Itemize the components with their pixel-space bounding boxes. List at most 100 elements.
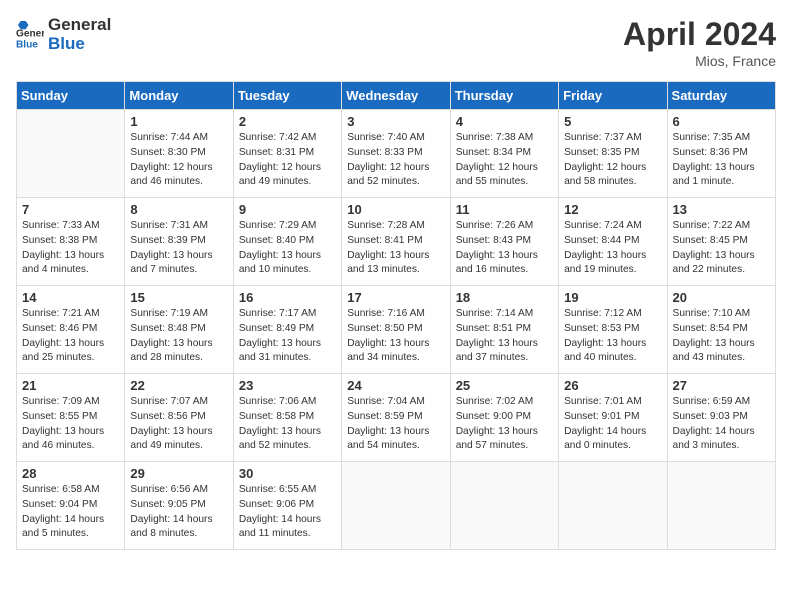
day-number: 1	[130, 114, 227, 129]
calendar-cell: 19Sunrise: 7:12 AMSunset: 8:53 PMDayligh…	[559, 286, 667, 374]
column-header-monday: Monday	[125, 82, 233, 110]
week-row-3: 14 Sunrise: 7:21 AMSunset: 8:46 PMDayligh…	[17, 286, 776, 374]
logo-blue-text: Blue	[48, 35, 111, 54]
calendar-cell: 9Sunrise: 7:29 AMSunset: 8:40 PMDaylight…	[233, 198, 341, 286]
day-info: Sunrise: 7:22 AMSunset: 8:45 PMDaylight:…	[673, 219, 770, 278]
day-info: Sunrise: 7:31 AMSunset: 8:39 PMDaylight:…	[130, 219, 227, 278]
day-info: Sunrise: 7:16 AMSunset: 8:50 PMDaylight:…	[347, 307, 444, 366]
day-number: 20	[673, 290, 770, 305]
day-info: Sunrise: 7:37 AMSunset: 8:35 PMDaylight:…	[564, 131, 661, 190]
day-number: 14	[22, 290, 119, 305]
generalblue-logo-icon: General Blue	[16, 21, 44, 49]
day-info: Sunrise: 7:01 AMSunset: 9:01 PMDaylight:…	[564, 395, 661, 454]
day-number: 19	[564, 290, 661, 305]
calendar-cell: 10Sunrise: 7:28 AMSunset: 8:41 PMDayligh…	[342, 198, 450, 286]
calendar-cell: 25 Sunrise: 7:02 AMSunset: 9:00 PMDayligh…	[450, 374, 558, 462]
calendar-cell: 21 Sunrise: 7:09 AMSunset: 8:55 PMDayligh…	[17, 374, 125, 462]
header-row: SundayMondayTuesdayWednesdayThursdayFrid…	[17, 82, 776, 110]
day-number: 18	[456, 290, 553, 305]
calendar-cell: 3Sunrise: 7:40 AMSunset: 8:33 PMDaylight…	[342, 110, 450, 198]
day-number: 5	[564, 114, 661, 129]
day-number: 3	[347, 114, 444, 129]
day-info: Sunrise: 7:10 AMSunset: 8:54 PMDaylight:…	[673, 307, 770, 366]
title-block: April 2024 Mios, France	[623, 16, 776, 69]
day-number: 12	[564, 202, 661, 217]
day-number: 25	[456, 378, 553, 393]
svg-text:General: General	[16, 28, 44, 39]
day-number: 13	[673, 202, 770, 217]
day-info: Sunrise: 7:21 AMSunset: 8:46 PMDaylight:…	[22, 307, 119, 366]
calendar-cell: 18 Sunrise: 7:14 AMSunset: 8:51 PMDayligh…	[450, 286, 558, 374]
calendar-cell	[559, 462, 667, 550]
calendar-cell: 8 Sunrise: 7:31 AMSunset: 8:39 PMDaylight…	[125, 198, 233, 286]
day-info: Sunrise: 7:35 AMSunset: 8:36 PMDaylight:…	[673, 131, 770, 190]
column-header-sunday: Sunday	[17, 82, 125, 110]
column-header-thursday: Thursday	[450, 82, 558, 110]
calendar-cell: 5 Sunrise: 7:37 AMSunset: 8:35 PMDaylight…	[559, 110, 667, 198]
calendar-cell: 22Sunrise: 7:07 AMSunset: 8:56 PMDayligh…	[125, 374, 233, 462]
day-number: 15	[130, 290, 227, 305]
calendar-cell	[667, 462, 775, 550]
month-year-title: April 2024	[623, 16, 776, 53]
column-header-saturday: Saturday	[667, 82, 775, 110]
calendar-table: SundayMondayTuesdayWednesdayThursdayFrid…	[16, 81, 776, 550]
day-number: 7	[22, 202, 119, 217]
calendar-cell: 29Sunrise: 6:56 AMSunset: 9:05 PMDayligh…	[125, 462, 233, 550]
day-number: 29	[130, 466, 227, 481]
day-info: Sunrise: 7:19 AMSunset: 8:48 PMDaylight:…	[130, 307, 227, 366]
week-row-5: 28 Sunrise: 6:58 AMSunset: 9:04 PMDayligh…	[17, 462, 776, 550]
calendar-cell: 6 Sunrise: 7:35 AMSunset: 8:36 PMDaylight…	[667, 110, 775, 198]
day-number: 26	[564, 378, 661, 393]
day-info: Sunrise: 7:04 AMSunset: 8:59 PMDaylight:…	[347, 395, 444, 454]
column-header-wednesday: Wednesday	[342, 82, 450, 110]
day-number: 28	[22, 466, 119, 481]
calendar-cell	[342, 462, 450, 550]
calendar-cell: 20 Sunrise: 7:10 AMSunset: 8:54 PMDayligh…	[667, 286, 775, 374]
calendar-cell: 23 Sunrise: 7:06 AMSunset: 8:58 PMDayligh…	[233, 374, 341, 462]
day-number: 10	[347, 202, 444, 217]
day-info: Sunrise: 7:09 AMSunset: 8:55 PMDaylight:…	[22, 395, 119, 454]
logo-general-text: General	[48, 16, 111, 35]
day-number: 9	[239, 202, 336, 217]
calendar-cell: 7Sunrise: 7:33 AMSunset: 8:38 PMDaylight…	[17, 198, 125, 286]
calendar-cell: 30 Sunrise: 6:55 AMSunset: 9:06 PMDayligh…	[233, 462, 341, 550]
calendar-cell: 13 Sunrise: 7:22 AMSunset: 8:45 PMDayligh…	[667, 198, 775, 286]
calendar-cell: 1 Sunrise: 7:44 AMSunset: 8:30 PMDaylight…	[125, 110, 233, 198]
logo: General Blue General Blue	[16, 16, 111, 53]
calendar-cell: 26 Sunrise: 7:01 AMSunset: 9:01 PMDayligh…	[559, 374, 667, 462]
day-number: 17	[347, 290, 444, 305]
calendar-cell: 28 Sunrise: 6:58 AMSunset: 9:04 PMDayligh…	[17, 462, 125, 550]
day-number: 24	[347, 378, 444, 393]
day-number: 30	[239, 466, 336, 481]
day-info: Sunrise: 7:38 AMSunset: 8:34 PMDaylight:…	[456, 131, 553, 190]
week-row-4: 21 Sunrise: 7:09 AMSunset: 8:55 PMDayligh…	[17, 374, 776, 462]
day-info: Sunrise: 6:55 AMSunset: 9:06 PMDaylight:…	[239, 483, 336, 542]
day-info: Sunrise: 7:06 AMSunset: 8:58 PMDaylight:…	[239, 395, 336, 454]
day-number: 21	[22, 378, 119, 393]
calendar-cell: 17 Sunrise: 7:16 AMSunset: 8:50 PMDayligh…	[342, 286, 450, 374]
day-info: Sunrise: 7:26 AMSunset: 8:43 PMDaylight:…	[456, 219, 553, 278]
column-header-friday: Friday	[559, 82, 667, 110]
day-number: 8	[130, 202, 227, 217]
day-info: Sunrise: 7:02 AMSunset: 9:00 PMDaylight:…	[456, 395, 553, 454]
day-number: 6	[673, 114, 770, 129]
calendar-cell: 24 Sunrise: 7:04 AMSunset: 8:59 PMDayligh…	[342, 374, 450, 462]
day-number: 16	[239, 290, 336, 305]
column-header-tuesday: Tuesday	[233, 82, 341, 110]
day-info: Sunrise: 7:44 AMSunset: 8:30 PMDaylight:…	[130, 131, 227, 190]
calendar-cell: 4Sunrise: 7:38 AMSunset: 8:34 PMDaylight…	[450, 110, 558, 198]
calendar-cell: 11Sunrise: 7:26 AMSunset: 8:43 PMDayligh…	[450, 198, 558, 286]
day-number: 27	[673, 378, 770, 393]
week-row-2: 7Sunrise: 7:33 AMSunset: 8:38 PMDaylight…	[17, 198, 776, 286]
day-number: 22	[130, 378, 227, 393]
day-info: Sunrise: 7:17 AMSunset: 8:49 PMDaylight:…	[239, 307, 336, 366]
calendar-cell: 16 Sunrise: 7:17 AMSunset: 8:49 PMDayligh…	[233, 286, 341, 374]
page-header: General Blue General Blue April 2024 Mio…	[16, 16, 776, 69]
calendar-cell	[450, 462, 558, 550]
day-number: 23	[239, 378, 336, 393]
day-info: Sunrise: 7:14 AMSunset: 8:51 PMDaylight:…	[456, 307, 553, 366]
day-info: Sunrise: 7:42 AMSunset: 8:31 PMDaylight:…	[239, 131, 336, 190]
day-info: Sunrise: 6:58 AMSunset: 9:04 PMDaylight:…	[22, 483, 119, 542]
calendar-cell: 2Sunrise: 7:42 AMSunset: 8:31 PMDaylight…	[233, 110, 341, 198]
week-row-1: 1 Sunrise: 7:44 AMSunset: 8:30 PMDaylight…	[17, 110, 776, 198]
